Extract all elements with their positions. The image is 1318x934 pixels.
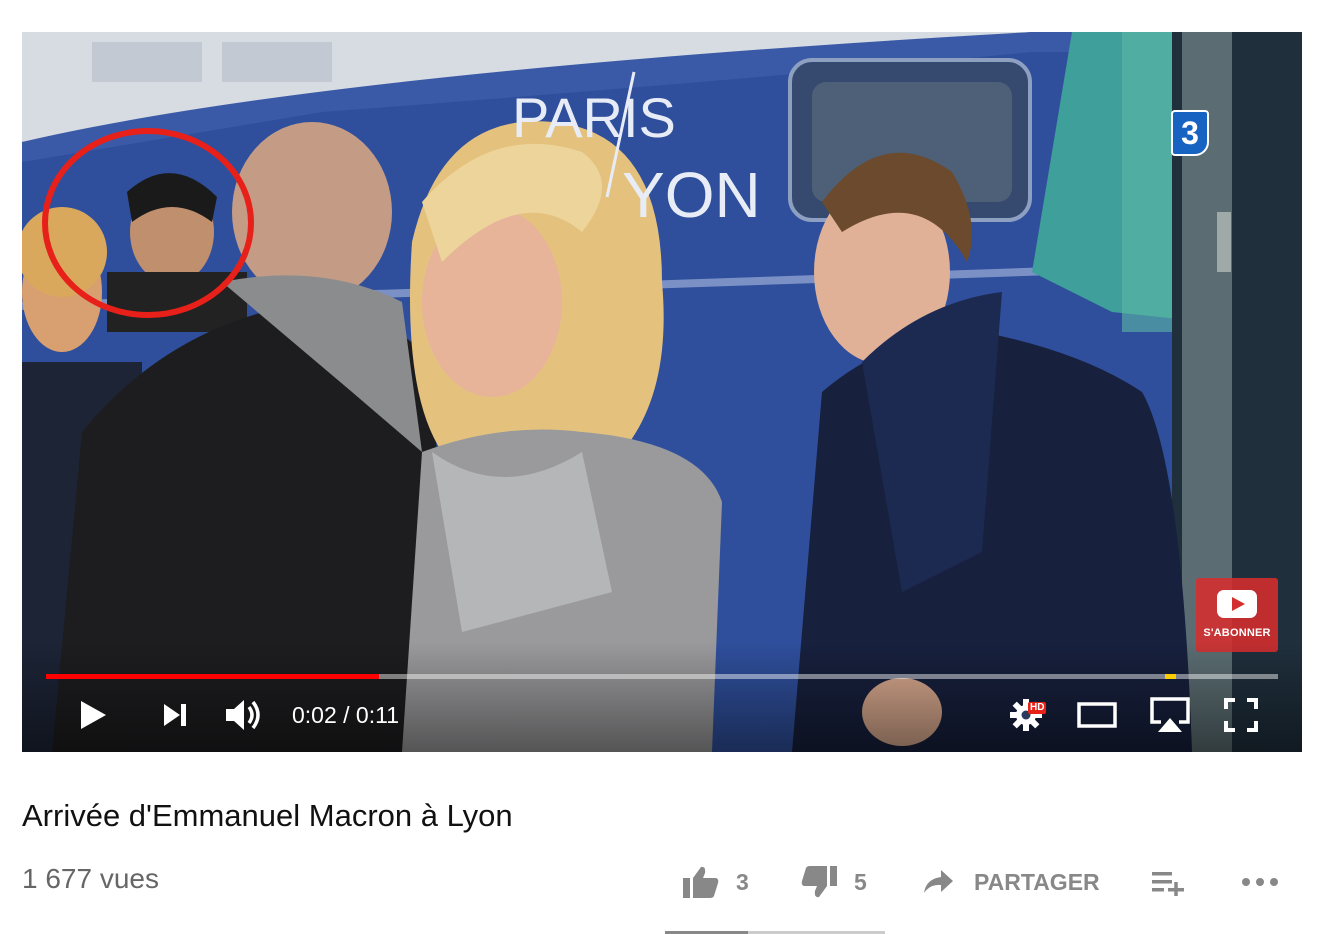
theater-mode-icon bbox=[1077, 702, 1117, 728]
time-display: 0:02 / 0:11 bbox=[292, 702, 399, 728]
more-icon bbox=[1242, 878, 1278, 886]
hd-badge: HD bbox=[1028, 702, 1047, 714]
volume-icon bbox=[226, 700, 260, 730]
like-button[interactable]: 3 bbox=[682, 862, 749, 902]
more-actions-button[interactable] bbox=[1240, 862, 1280, 902]
fullscreen-icon bbox=[1224, 698, 1258, 732]
airplay-icon bbox=[1150, 697, 1190, 732]
youtube-logo-icon bbox=[1217, 590, 1257, 618]
play-button[interactable] bbox=[74, 696, 112, 734]
subscribe-watermark-button[interactable]: S'ABONNER bbox=[1196, 578, 1278, 652]
play-icon bbox=[81, 701, 106, 729]
subscribe-label: S'ABONNER bbox=[1203, 627, 1271, 639]
share-arrow-icon bbox=[924, 870, 953, 893]
progress-marker bbox=[1165, 674, 1176, 679]
volume-button[interactable] bbox=[222, 696, 266, 734]
dislike-button[interactable]: 5 bbox=[800, 862, 867, 902]
fullscreen-button[interactable] bbox=[1222, 696, 1260, 734]
theater-mode-button[interactable] bbox=[1076, 696, 1118, 734]
airplay-button[interactable] bbox=[1148, 696, 1192, 734]
next-icon bbox=[164, 704, 186, 726]
add-to-playlist-button[interactable] bbox=[1150, 862, 1186, 902]
scene-text: PARIS bbox=[512, 86, 676, 149]
svg-text:YON: YON bbox=[622, 159, 761, 231]
thumbs-down-icon bbox=[801, 866, 837, 898]
add-to-playlist-icon bbox=[1152, 872, 1184, 896]
video-player[interactable]: PARIS YON 3 S'ABONNER 0:02 / 0:11 HD bbox=[22, 32, 1302, 752]
share-button[interactable]: PARTAGER bbox=[922, 862, 1100, 902]
progress-bar[interactable] bbox=[46, 674, 1278, 679]
thumbs-up-icon bbox=[683, 866, 719, 898]
dislike-count: 5 bbox=[854, 868, 867, 895]
video-title: Arrivée d'Emmanuel Macron à Lyon bbox=[22, 798, 513, 833]
next-button[interactable] bbox=[156, 696, 194, 734]
like-count: 3 bbox=[736, 868, 749, 895]
view-count: 1 677 vues bbox=[22, 863, 159, 894]
share-label: PARTAGER bbox=[974, 868, 1100, 895]
progress-played bbox=[46, 674, 379, 679]
channel-logo: 3 bbox=[1171, 110, 1209, 156]
